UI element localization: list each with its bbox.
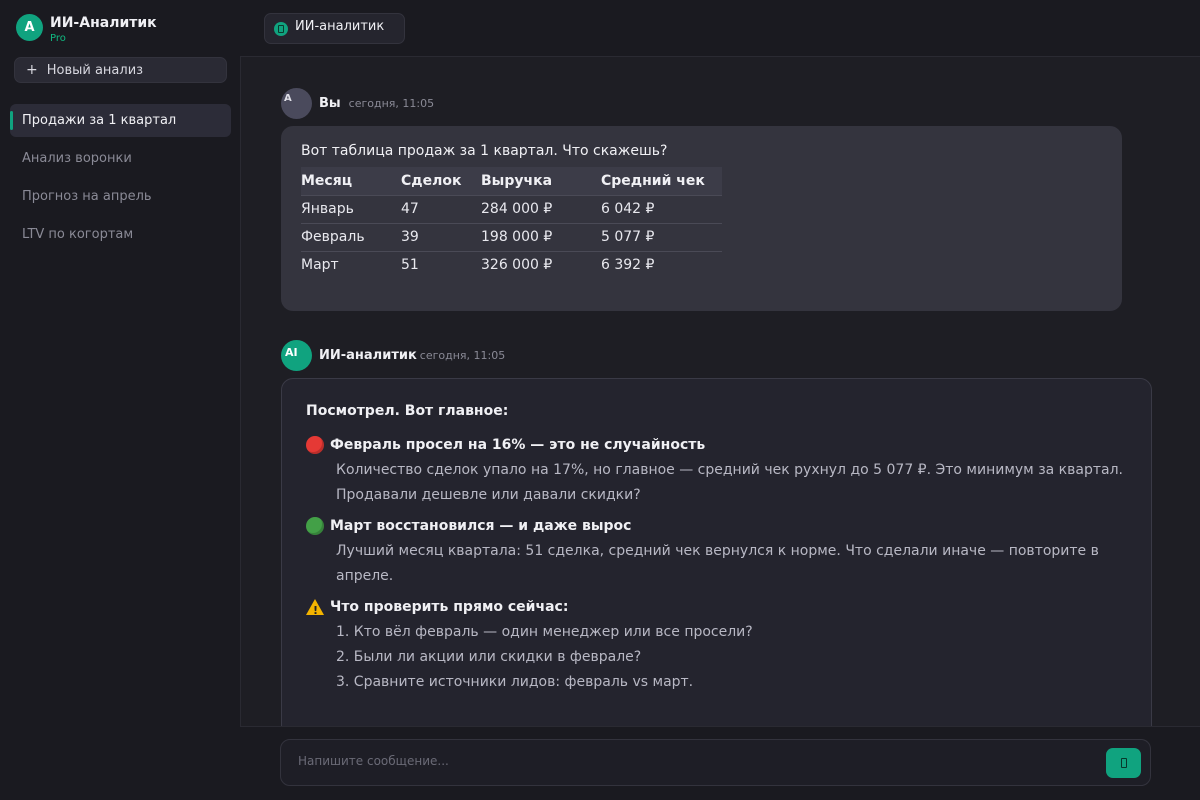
composer xyxy=(280,739,1151,786)
top-bar: ИИ-аналитик xyxy=(240,0,1200,57)
insight-title-text: Март восстановился — и даже вырос xyxy=(330,518,632,534)
table-row: Март 51 326 000 ₽ 6 392 ₽ xyxy=(301,250,722,279)
warning-icon xyxy=(306,599,324,621)
table-cell: Февраль xyxy=(301,222,401,251)
plus-icon: + xyxy=(26,62,38,78)
user-avatar: A xyxy=(281,88,312,119)
red-circle-icon xyxy=(306,436,324,454)
table-cell: 198 000 ₽ xyxy=(481,222,601,251)
insight-body: Лучший месяц квартала: 51 сделка, средни… xyxy=(336,543,1099,584)
insight-body: Количество сделок упало на 17%, но главн… xyxy=(336,462,1123,503)
insight-title: Март восстановился — и даже вырос xyxy=(306,516,1127,536)
insight-february: Февраль просел на 16% — это не случайнос… xyxy=(306,435,1127,508)
table-cell: 6 042 ₽ xyxy=(601,194,722,223)
brand-logo: A xyxy=(16,14,43,41)
send-button[interactable] xyxy=(1106,748,1141,778)
plan-badge: Pro xyxy=(50,33,66,44)
table-header: Месяц xyxy=(301,167,401,195)
ai-message-header: AI ИИ-аналитик сегодня, 11:05 xyxy=(281,340,505,371)
sidebar-item-q1-sales[interactable]: Продажи за 1 квартал xyxy=(10,104,231,137)
sales-table: Месяц Сделок Выручка Средний чек Январь … xyxy=(301,167,722,279)
table-cell: 47 xyxy=(401,194,481,223)
table-cell: Январь xyxy=(301,194,401,223)
check-items: 1. Кто вёл февраль — один менеджер или в… xyxy=(306,620,1127,695)
ai-avatar: AI xyxy=(281,340,312,371)
table-cell: 326 000 ₽ xyxy=(481,250,601,279)
list-item: 3. Сравните источники лидов: февраль vs … xyxy=(336,674,694,690)
table-cell: 284 000 ₽ xyxy=(481,194,601,223)
sidebar-item-ltv[interactable]: LTV по когортам xyxy=(10,218,231,251)
app-name: ИИ-Аналитик xyxy=(50,15,157,31)
user-message-bubble: Вот таблица продаж за 1 квартал. Что ска… xyxy=(281,126,1122,311)
table-header: Сделок xyxy=(401,167,481,195)
insight-title: Февраль просел на 16% — это не случайнос… xyxy=(306,435,1127,455)
table-cell: Март xyxy=(301,250,401,279)
list-item: 1. Кто вёл февраль — один менеджер или в… xyxy=(336,624,753,640)
sidebar-item-forecast[interactable]: Прогноз на апрель xyxy=(10,180,231,213)
sidebar: A ИИ-Аналитик Pro + Новый анализ Продажи… xyxy=(0,0,240,800)
message-author: ИИ-аналитик xyxy=(319,348,417,363)
insight-march: Март восстановился — и даже вырос Лучший… xyxy=(306,516,1127,589)
table-cell: 5 077 ₽ xyxy=(601,222,722,251)
new-analysis-button[interactable]: + Новый анализ xyxy=(14,57,227,83)
table-header: Выручка xyxy=(481,167,601,195)
check-title: Что проверить прямо сейчас: xyxy=(306,597,1127,621)
table-cell: 51 xyxy=(401,250,481,279)
table-row: Февраль 39 198 000 ₽ 5 077 ₽ xyxy=(301,222,722,251)
ai-message-bubble: Посмотрел. Вот главное: Февраль просел н… xyxy=(281,378,1152,726)
message-input[interactable] xyxy=(298,754,1078,768)
chat-area[interactable]: A Вы сегодня, 11:05 Вот таблица продаж з… xyxy=(240,57,1200,726)
table-header-row: Месяц Сделок Выручка Средний чек xyxy=(301,167,722,195)
sidebar-item-label: Продажи за 1 квартал xyxy=(22,113,177,128)
table-header: Средний чек xyxy=(601,167,722,195)
ai-intro-text: Посмотрел. Вот главное: xyxy=(306,403,509,419)
tab-ai-analyst[interactable]: ИИ-аналитик xyxy=(264,13,405,44)
brand[interactable]: A ИИ-Аналитик Pro xyxy=(16,13,157,44)
user-message-text: Вот таблица продаж за 1 квартал. Что ска… xyxy=(301,143,668,159)
assistant-icon xyxy=(274,22,288,36)
message-time: сегодня, 11:05 xyxy=(348,97,435,110)
tab-label: ИИ-аналитик xyxy=(295,19,385,34)
table-cell: 6 392 ₽ xyxy=(601,250,722,279)
table-cell: 39 xyxy=(401,222,481,251)
sidebar-item-label: LTV по когортам xyxy=(22,227,134,242)
brand-text: ИИ-Аналитик Pro xyxy=(50,13,157,44)
list-item: 2. Были ли акции или скидки в феврале? xyxy=(336,649,642,665)
sidebar-item-label: Прогноз на апрель xyxy=(22,189,152,204)
table-row: Январь 47 284 000 ₽ 6 042 ₽ xyxy=(301,194,722,223)
sidebar-item-label: Анализ воронки xyxy=(22,151,132,166)
insight-title-text: Февраль просел на 16% — это не случайнос… xyxy=(330,437,706,453)
user-message-header: A Вы сегодня, 11:05 xyxy=(281,88,434,119)
new-analysis-label: Новый анализ xyxy=(46,62,144,78)
green-circle-icon xyxy=(306,517,324,535)
check-list: Что проверить прямо сейчас: 1. Кто вёл ф… xyxy=(306,597,1127,695)
send-icon xyxy=(1120,758,1127,768)
sidebar-item-funnel[interactable]: Анализ воронки xyxy=(10,142,231,175)
composer-area xyxy=(240,726,1200,800)
check-title-text: Что проверить прямо сейчас: xyxy=(330,599,569,615)
message-time: сегодня, 11:05 xyxy=(419,349,506,362)
message-author: Вы xyxy=(319,96,341,111)
